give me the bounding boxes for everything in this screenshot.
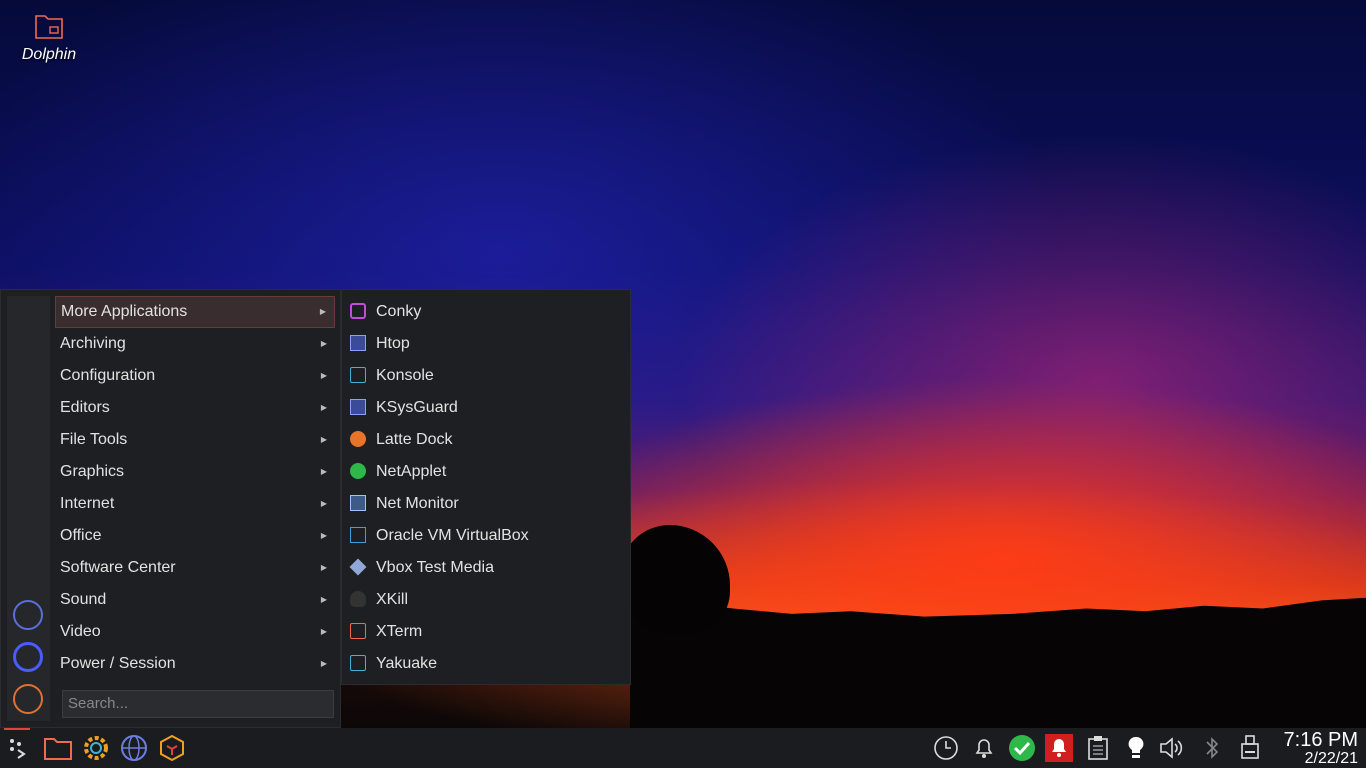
chevron-right-icon: ▶ [320, 403, 327, 412]
app-xterm[interactable]: XTerm [350, 616, 422, 648]
net-monitor-icon [350, 495, 366, 511]
app-yakuake[interactable]: Yakuake [350, 648, 437, 680]
desktop-icon-label: Dolphin [21, 46, 77, 63]
chevron-right-icon: ▶ [319, 307, 326, 316]
wallpaper-hills [630, 597, 1366, 730]
desktop-icon-dolphin[interactable]: Dolphin [14, 10, 84, 64]
clipboard-icon[interactable] [1084, 734, 1112, 762]
bell-icon[interactable] [970, 734, 998, 762]
app-oracle-vm-virtualbox[interactable]: Oracle VM VirtualBox [350, 520, 529, 552]
globe-icon[interactable] [117, 731, 151, 765]
chevron-right-icon: ▶ [320, 531, 327, 540]
latte-dock-icon [350, 431, 366, 447]
category-editors[interactable]: Editors ▶ [55, 392, 335, 424]
notification-alert-icon[interactable] [1045, 734, 1073, 762]
app-netapplet[interactable]: NetApplet [350, 456, 446, 488]
category-power-session[interactable]: Power / Session ▶ [55, 648, 335, 680]
chevron-right-icon: ▶ [320, 595, 327, 604]
category-internet[interactable]: Internet ▶ [55, 488, 335, 520]
category-archiving[interactable]: Archiving ▶ [55, 328, 335, 360]
ksysguard-icon [350, 399, 366, 415]
category-list: More Applications ▶ Archiving ▶ Configurat… [55, 296, 335, 680]
clock-date: 2/22/21 [1304, 750, 1358, 767]
app-net-monitor[interactable]: Net Monitor [350, 488, 459, 520]
search-input[interactable]: Search... [62, 690, 334, 718]
network-icon[interactable] [1236, 734, 1264, 762]
chevron-right-icon: ▶ [320, 499, 327, 508]
folder-icon [35, 15, 63, 39]
cube-icon [349, 558, 367, 576]
settings-gear-icon[interactable] [79, 731, 113, 765]
check-circle-icon[interactable] [1008, 734, 1036, 762]
virtualbox-icon [350, 527, 366, 543]
power-icon[interactable] [13, 684, 43, 714]
app-launcher-icon[interactable] [2, 731, 36, 765]
taskbar: 7:16 PM 2/22/21 [0, 728, 1366, 768]
app-ksysguard[interactable]: KSysGuard [350, 392, 458, 424]
skull-icon [350, 591, 366, 607]
check-circle-icon [350, 463, 366, 479]
submenu-more-applications: Conky Htop Konsole KSysGuard Latte Dock … [341, 289, 631, 685]
wallpaper-tree [620, 525, 730, 635]
app-xkill[interactable]: XKill [350, 584, 408, 616]
category-office[interactable]: Office ▶ [55, 520, 335, 552]
app-vbox-test-media[interactable]: Vbox Test Media [349, 552, 494, 584]
application-menu: More Applications ▶ Archiving ▶ Configurat… [0, 289, 341, 728]
clock-icon[interactable] [932, 734, 960, 762]
chevron-right-icon: ▶ [320, 435, 327, 444]
category-video[interactable]: Video ▶ [55, 616, 335, 648]
app-konsole[interactable]: Konsole [350, 360, 434, 392]
terminal-icon [350, 655, 366, 671]
clock[interactable]: 7:16 PM 2/22/21 [1284, 730, 1358, 768]
volume-icon[interactable] [1158, 734, 1186, 762]
chevron-right-icon: ▶ [320, 659, 327, 668]
chevron-right-icon: ▶ [320, 467, 327, 476]
category-more-applications[interactable]: More Applications ▶ [55, 296, 335, 328]
app-htop[interactable]: Htop [350, 328, 410, 360]
folder-icon[interactable] [41, 731, 75, 765]
terminal-icon [350, 623, 366, 639]
conky-icon [350, 303, 366, 319]
lightbulb-icon[interactable] [1122, 734, 1150, 762]
terminal-icon [350, 367, 366, 383]
chevron-right-icon: ▶ [320, 627, 327, 636]
package-icon[interactable] [155, 731, 189, 765]
category-software-center[interactable]: Software Center ▶ [55, 552, 335, 584]
clock-time: 7:16 PM [1283, 729, 1358, 751]
chevron-right-icon: ▶ [320, 339, 327, 348]
chevron-right-icon: ▶ [320, 371, 327, 380]
category-sound[interactable]: Sound ▶ [55, 584, 335, 616]
category-graphics[interactable]: Graphics ▶ [55, 456, 335, 488]
app-conky[interactable]: Conky [350, 296, 421, 328]
bluetooth-icon[interactable] [1198, 734, 1226, 762]
favorites-icon[interactable] [13, 600, 43, 630]
active-indicator [4, 728, 30, 730]
recent-icon[interactable] [13, 642, 43, 672]
htop-icon [350, 335, 366, 351]
app-latte-dock[interactable]: Latte Dock [350, 424, 452, 456]
category-configuration[interactable]: Configuration ▶ [55, 360, 335, 392]
category-file-tools[interactable]: File Tools ▶ [55, 424, 335, 456]
chevron-right-icon: ▶ [320, 563, 327, 572]
